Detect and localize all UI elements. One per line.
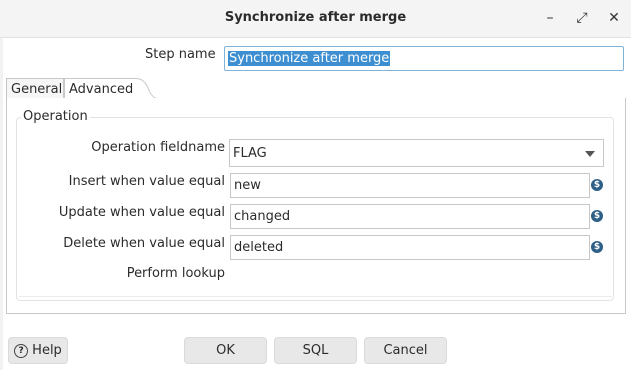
help-icon: ? xyxy=(14,343,29,358)
operation-group-title: Operation xyxy=(21,109,90,124)
minimize-button[interactable]: – xyxy=(540,8,560,28)
variable-icon[interactable]: $ xyxy=(591,210,603,222)
tab-general[interactable]: General xyxy=(6,78,64,99)
sql-button[interactable]: SQL xyxy=(274,337,357,364)
help-button-label: Help xyxy=(32,343,62,358)
chevron-down-icon[interactable] xyxy=(585,151,595,157)
step-name-input[interactable]: Synchronize after merge xyxy=(224,46,624,71)
operation-fieldname-select[interactable]: FLAG xyxy=(229,139,604,167)
variable-icon[interactable]: $ xyxy=(591,179,603,191)
update-value-input[interactable]: changed xyxy=(230,204,590,229)
ok-button[interactable]: OK xyxy=(184,337,267,364)
window-title: Synchronize after merge xyxy=(224,10,407,25)
delete-value-input[interactable]: deleted xyxy=(230,235,590,260)
insert-value-label: Insert when value equal xyxy=(68,174,225,189)
step-name-value: Synchronize after merge xyxy=(228,51,391,66)
close-button[interactable]: ✕ xyxy=(604,8,624,28)
title-bar: Synchronize after merge – ⤢ ✕ xyxy=(0,0,631,38)
tab-advanced[interactable]: Advanced xyxy=(64,78,136,100)
help-button[interactable]: ? Help xyxy=(8,337,68,364)
perform-lookup-label: Perform lookup xyxy=(126,266,225,281)
tab-advanced-slant xyxy=(136,78,158,99)
group-divider xyxy=(19,296,612,297)
delete-value-label: Delete when value equal xyxy=(63,236,225,251)
operation-fieldname-label: Operation fieldname xyxy=(91,140,225,155)
update-value-label: Update when value equal xyxy=(58,205,225,220)
insert-value-input[interactable]: new xyxy=(230,173,590,198)
window-left-edge xyxy=(0,38,3,370)
cancel-button[interactable]: Cancel xyxy=(364,337,447,364)
maximize-button[interactable]: ⤢ xyxy=(572,8,592,28)
variable-icon[interactable]: $ xyxy=(591,241,603,253)
operation-fieldname-value: FLAG xyxy=(233,146,267,161)
step-name-label: Step name xyxy=(145,47,216,62)
